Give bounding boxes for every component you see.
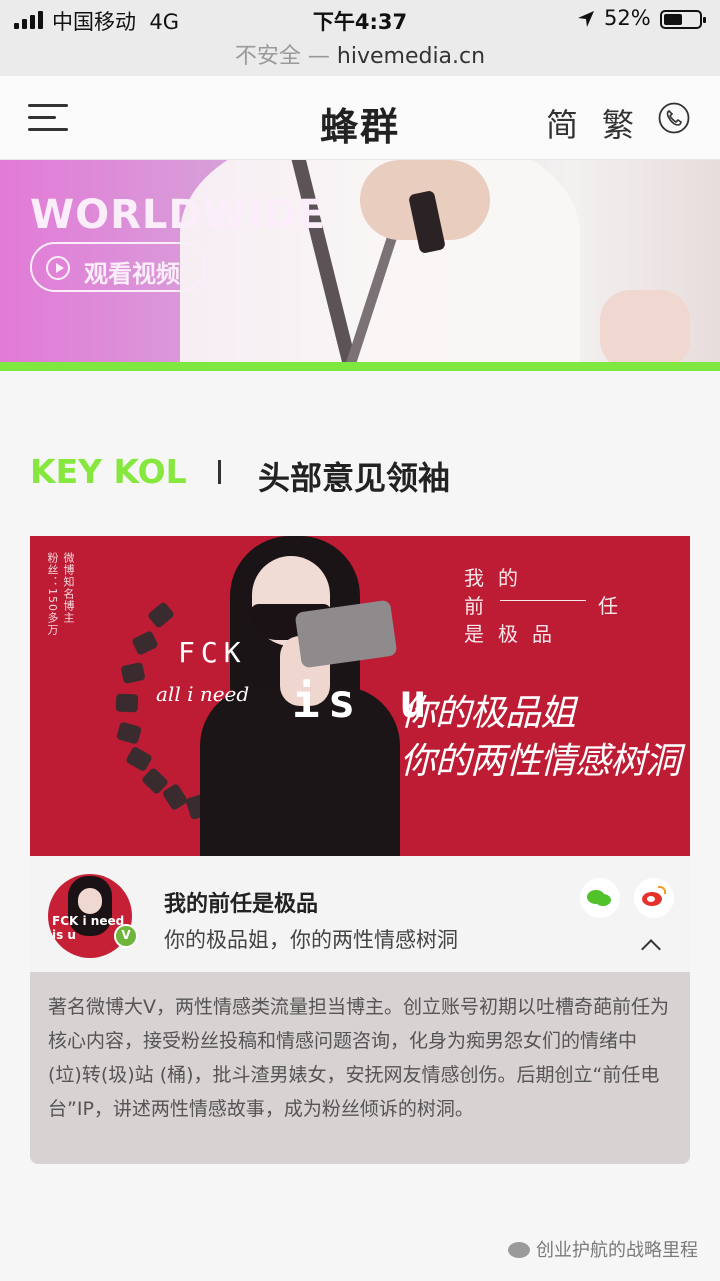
banner-poem-line-2a: 前 [464, 594, 498, 618]
hero-banner[interactable]: WORLDWIDE 观看视频 [0, 160, 720, 362]
kol-banner-image[interactable]: 微博知名博主 粉丝：150多万 FCK all i need is u 我的 前… [30, 536, 690, 856]
top-navbar: 蜂群 简 繁 [0, 76, 720, 160]
wechat-watermark: 创业护航的战略里程 [508, 1236, 698, 1262]
kol-profile-row[interactable]: FCK i need is u V 我的前任是极品 你的极品姐，你的两性情感树洞 [30, 856, 690, 972]
banner-vertical-text-2: 粉丝：150多万 [46, 552, 59, 636]
banner-poem-line-1: 我的 [464, 566, 532, 590]
watermark-text: 创业护航的战略里程 [536, 1240, 698, 1261]
watch-video-button[interactable]: 观看视频 [30, 242, 206, 292]
banner-slogan-2: 你的两性情感树洞 [400, 741, 681, 782]
banner-figure-gun [294, 599, 398, 669]
kol-tagline: 你的极品姐，你的两性情感树洞 [164, 928, 458, 952]
banner-poem-line-3: 是极品 [464, 622, 566, 646]
security-label: 不安全 — [234, 44, 330, 69]
kol-bio: 著名微博大V，两性情感类流量担当博主。创立账号初期以吐槽奇葩前任为核心内容，接受… [30, 972, 690, 1164]
avatar-face [78, 888, 102, 914]
location-arrow-icon [578, 11, 594, 27]
wechat-icon[interactable] [580, 878, 620, 918]
play-icon [46, 256, 70, 280]
spiral-segment [146, 601, 176, 629]
hero-headline: WORLDWIDE [30, 192, 327, 238]
spiral-segment [161, 782, 189, 812]
spiral-segment [124, 745, 154, 773]
wechat-watermark-icon [508, 1242, 530, 1258]
spiral-segment [120, 661, 146, 685]
lang-simplified-button[interactable]: 简 [546, 100, 578, 146]
banner-poem-line-2b: 任 [598, 594, 632, 618]
section-title-cn: 头部意见领袖 [258, 459, 451, 497]
banner-poem-rule [500, 600, 586, 601]
spiral-segment [115, 721, 143, 745]
banner-vertical-text-1: 微博知名博主 [62, 552, 75, 624]
url-bar[interactable]: 不安全 — hivemedia.cn [0, 38, 720, 76]
url-host: hivemedia.cn [336, 44, 486, 69]
battery-percent: 52% [604, 6, 651, 30]
spiral-segment [131, 630, 159, 656]
banner-fck-text: FCK [178, 636, 247, 669]
battery-icon [660, 10, 706, 29]
status-bar: 中国移动 4G 下午4:37 52% [0, 0, 720, 38]
banner-all-i-need-text: all i need [156, 682, 250, 706]
banner-slogan-1: 你的极品姐 [400, 693, 576, 734]
spiral-segment [115, 693, 139, 713]
lang-traditional-button[interactable]: 繁 [602, 100, 634, 146]
section-title-en: KEY KOL [30, 452, 187, 491]
watch-video-label: 观看视频 [84, 260, 180, 288]
verified-badge-icon: V [114, 924, 138, 948]
section-title-separator [218, 460, 221, 484]
phone-icon[interactable] [658, 102, 690, 134]
weibo-icon[interactable] [634, 878, 674, 918]
hero-hand-2 [600, 290, 690, 362]
collapse-chevron-up-icon[interactable] [641, 939, 661, 959]
accent-divider [0, 362, 720, 371]
kol-name: 我的前任是极品 [164, 892, 319, 917]
